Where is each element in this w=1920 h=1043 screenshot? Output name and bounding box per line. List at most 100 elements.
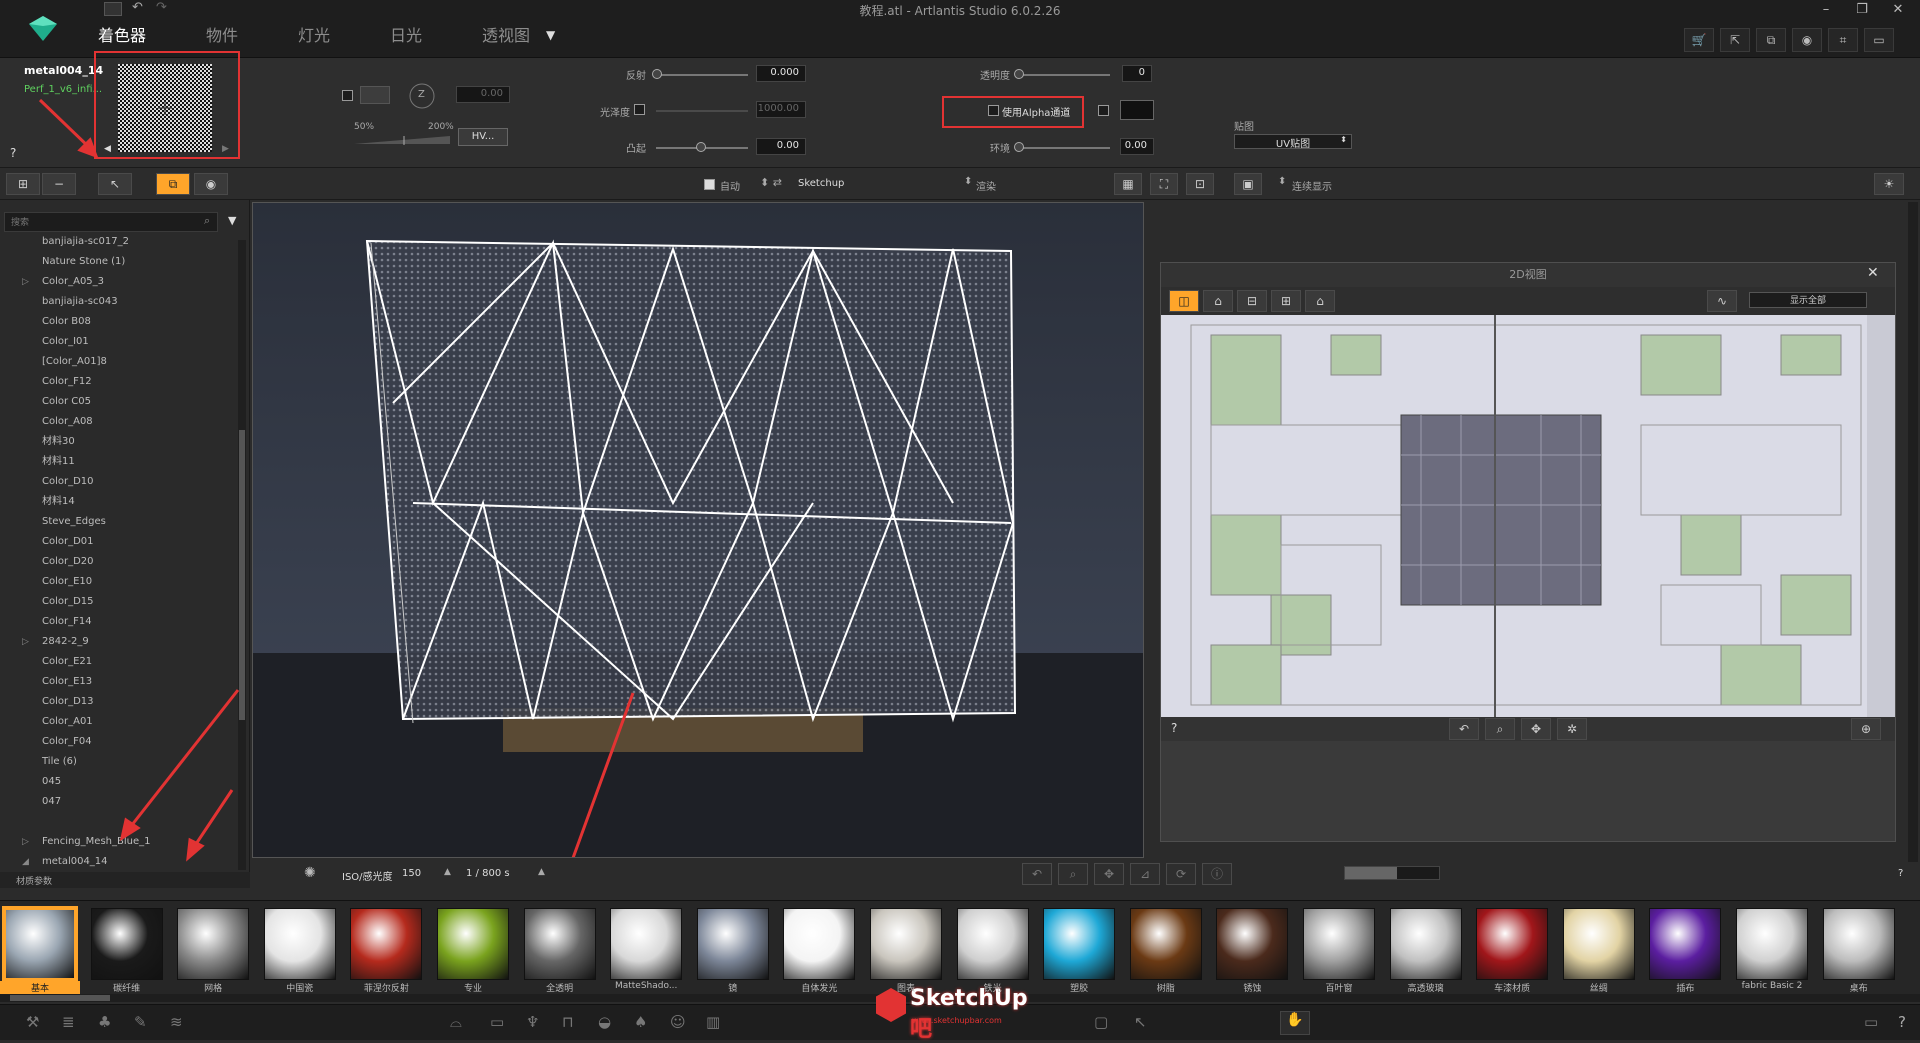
triangle-down-icon[interactable]: ▼ — [546, 28, 555, 42]
plan-view-icon[interactable]: ◫ — [1169, 290, 1199, 312]
expand-arrow-icon[interactable]: ◢ — [22, 852, 29, 868]
search-input[interactable] — [4, 212, 218, 232]
tree-item[interactable]: Color_D15 — [0, 592, 238, 612]
bump-field[interactable]: 0.00 — [756, 138, 806, 155]
tree-item[interactable]: Color_E21 — [0, 652, 238, 672]
tab-objects[interactable]: 物件 — [206, 22, 238, 46]
material-swatch[interactable] — [1649, 908, 1722, 980]
cart-icon[interactable]: 🛒 — [1684, 28, 1714, 52]
export-icon[interactable]: ⇱ — [1720, 28, 1750, 52]
camera-icon[interactable]: ◉ — [1792, 28, 1822, 52]
display-all-select[interactable]: 显示全部 — [1749, 292, 1867, 308]
hand-icon[interactable]: ✋ — [1280, 1011, 1310, 1035]
material-swatch[interactable] — [1736, 908, 1808, 980]
tree-item[interactable]: Color_E10 — [0, 572, 238, 592]
filter-dropdown-icon[interactable]: ▼ — [228, 214, 236, 227]
save-icon[interactable] — [104, 2, 122, 16]
tree-icon[interactable]: ♠ — [634, 1013, 647, 1031]
close-icon[interactable]: ✕ — [1867, 265, 1879, 281]
tree-item[interactable]: banjiajia-sc043 — [0, 292, 238, 312]
info-icon[interactable]: ⓘ — [1202, 863, 1232, 885]
shutter-up-icon[interactable]: ▲ — [538, 867, 545, 877]
curve-icon[interactable]: ∿ — [1707, 290, 1737, 312]
remove-shader-icon[interactable]: − — [42, 173, 76, 195]
reflection-field[interactable]: 0.000 — [756, 65, 806, 82]
material-swatch[interactable] — [956, 908, 1029, 980]
material-swatch[interactable] — [1216, 908, 1289, 980]
z-value-field[interactable]: 0.00 — [456, 86, 510, 103]
tab-heliodon[interactable]: 日光 — [390, 22, 422, 46]
tree-item[interactable] — [0, 812, 238, 832]
windows-icon[interactable]: ⧉ — [1756, 28, 1786, 52]
material-swatch[interactable] — [696, 908, 769, 980]
tree-item[interactable]: Color_D13 — [0, 692, 238, 712]
material-swatch[interactable] — [1562, 908, 1635, 980]
prev-texture-icon[interactable]: ◀ — [104, 144, 111, 154]
tree-item[interactable]: Tile (6) — [0, 752, 238, 772]
tree-item[interactable]: Color_F04 — [0, 732, 238, 752]
pan-icon[interactable]: ✥ — [1521, 718, 1551, 740]
tree-item[interactable]: Color_I01 — [0, 332, 238, 352]
render-updown-icon[interactable]: ⬍ — [964, 176, 972, 187]
material-swatch[interactable] — [610, 908, 683, 980]
brush-icon[interactable]: ✎ — [134, 1013, 147, 1031]
transparency-slider[interactable] — [1018, 74, 1110, 76]
lamp-icon[interactable]: ♆ — [526, 1013, 539, 1031]
next-texture-icon[interactable]: ▶ — [222, 144, 229, 154]
tree-item[interactable]: Color_F14 — [0, 612, 238, 632]
tree-item[interactable]: [Color_A01]8 — [0, 352, 238, 372]
material-swatch[interactable] — [177, 908, 250, 980]
environment-slider[interactable] — [1018, 147, 1110, 149]
close-icon[interactable]: ✕ — [1886, 2, 1910, 22]
tree-item[interactable]: Color C05 — [0, 392, 238, 412]
tree-item[interactable]: 材料14 — [0, 492, 238, 512]
pan-cam-icon[interactable]: ✥ — [1094, 863, 1124, 885]
display-updown-icon[interactable]: ⬍ — [1278, 176, 1286, 187]
frame-icon[interactable]: ▦ — [1114, 173, 1142, 195]
tree-item[interactable]: Nature Stone (1) — [0, 252, 238, 272]
texture-catalog-icon[interactable]: ≣ — [62, 1013, 75, 1031]
chair-icon[interactable]: ⊓ — [562, 1013, 574, 1031]
car-icon[interactable]: ◒ — [598, 1013, 611, 1031]
home-icon[interactable]: ⌂ — [1203, 290, 1233, 312]
gloss-slider[interactable] — [656, 110, 748, 112]
material-swatch[interactable] — [350, 908, 423, 980]
tree-item[interactable]: Color_F12 — [0, 372, 238, 392]
gloss-checkbox[interactable] — [634, 104, 645, 115]
iso-value[interactable]: 150 — [402, 868, 421, 879]
alpha-checkbox[interactable] — [988, 105, 999, 116]
zoom-cam-icon[interactable]: ⌕ — [1058, 863, 1088, 885]
material-swatch[interactable] — [783, 908, 856, 980]
tab-perspectives[interactable]: 透视图 — [482, 22, 530, 46]
zoom-icon[interactable]: ⌕ — [1485, 718, 1515, 740]
expand-arrow-icon[interactable]: ▷ — [22, 632, 29, 652]
material-swatch[interactable] — [437, 908, 509, 980]
fit-icon[interactable]: ⛶ — [1150, 173, 1178, 195]
gloss-field[interactable]: 1000.00 — [756, 101, 806, 118]
render-viewport[interactable] — [252, 202, 1144, 858]
tree-item[interactable]: 材料11 — [0, 452, 238, 472]
zoom-fit-icon[interactable]: ✲ — [1557, 718, 1587, 740]
crop-icon[interactable]: ⌗ — [1828, 28, 1858, 52]
undo-cam-icon[interactable]: ↶ — [1022, 863, 1052, 885]
shutter-value[interactable]: 1 / 800 s — [466, 868, 510, 879]
mapping-select[interactable]: UV贴图 ⬍ — [1234, 134, 1352, 150]
transparency-color-checkbox[interactable] — [1098, 105, 1109, 116]
redo-icon[interactable]: ↷ — [156, 0, 167, 15]
region-icon[interactable]: ▣ — [1234, 173, 1262, 195]
tree-item[interactable]: 材料30 — [0, 432, 238, 452]
catalog-scroll-thumb[interactable] — [10, 995, 110, 1001]
tree-item[interactable]: Steve_Edges — [0, 512, 238, 532]
material-swatch[interactable] — [1129, 908, 1202, 980]
material-swatch[interactable] — [523, 908, 596, 980]
front-view-icon[interactable]: ⊟ — [1237, 290, 1267, 312]
roof-view-icon[interactable]: ⌂ — [1305, 290, 1335, 312]
iso-up-icon[interactable]: ▲ — [444, 867, 451, 877]
help-icon[interactable]: ? — [10, 146, 16, 160]
eye-icon[interactable]: ◉ — [194, 173, 228, 195]
tv-icon[interactable]: ▭ — [490, 1013, 504, 1031]
tree-item[interactable]: Color B08 — [0, 312, 238, 332]
minimize-icon[interactable]: – — [1814, 2, 1838, 22]
view-2d-help[interactable]: ? — [1171, 721, 1177, 735]
side-view-icon[interactable]: ⊞ — [1271, 290, 1301, 312]
